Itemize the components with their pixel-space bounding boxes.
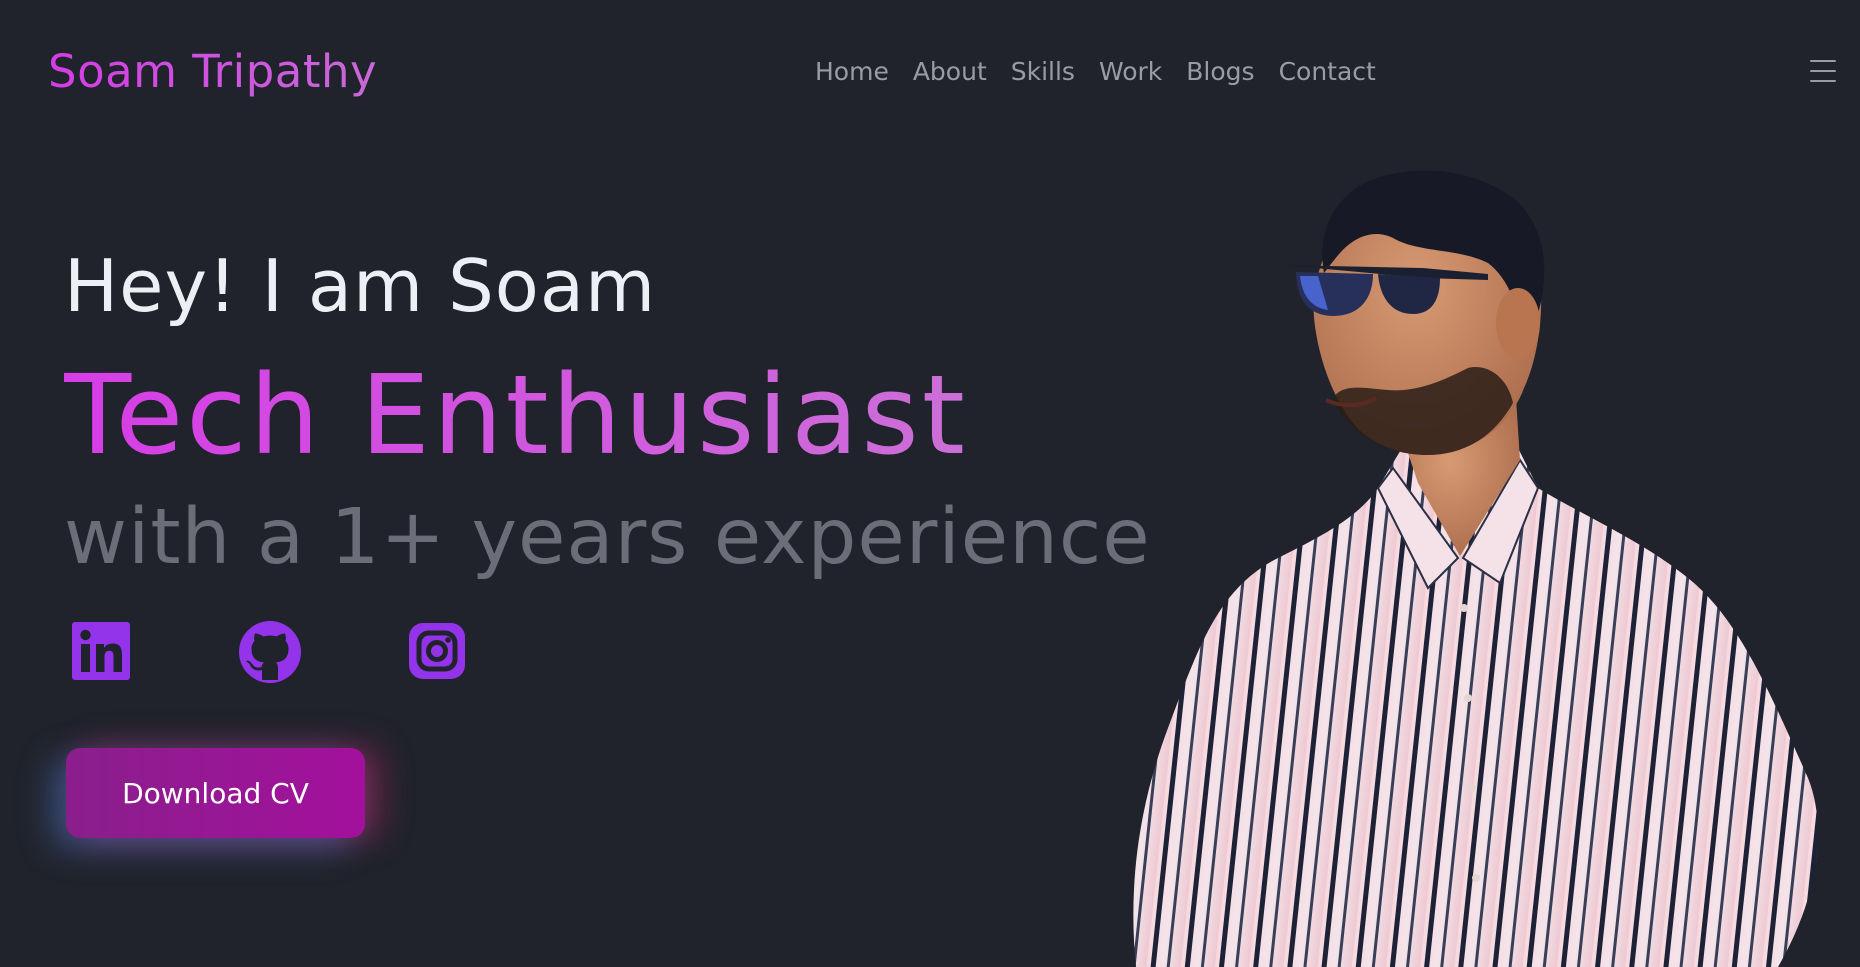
nav-item-blogs: Blogs [1186, 54, 1254, 90]
hamburger-line [1810, 80, 1836, 82]
profile-photo-illustration [1133, 170, 1818, 967]
instagram-icon-graphic [409, 623, 465, 679]
main-nav: Home About Skills Work Blogs Contact [815, 54, 1376, 90]
hero-role: Tech Enthusiast [64, 351, 968, 479]
nav-item-about: About [913, 54, 987, 90]
site-logo[interactable]: Soam Tripathy [48, 44, 377, 100]
nav-item-contact: Contact [1279, 54, 1376, 90]
nav-link-blogs[interactable]: Blogs [1186, 57, 1254, 86]
nav-link-work[interactable]: Work [1099, 57, 1162, 86]
linkedin-icon-graphic [72, 622, 130, 680]
download-cv-button[interactable]: Download CV [66, 748, 365, 838]
nav-link-home[interactable]: Home [815, 57, 889, 86]
nav-item-skills: Skills [1011, 54, 1075, 90]
nav-item-work: Work [1099, 54, 1162, 90]
nav-link-contact[interactable]: Contact [1279, 57, 1376, 86]
github-icon[interactable] [238, 620, 302, 684]
nav-link-skills[interactable]: Skills [1011, 57, 1075, 86]
hamburger-line [1810, 70, 1836, 72]
hero-subtitle: with a 1+ years experience [64, 493, 1151, 582]
hamburger-line [1810, 60, 1836, 62]
github-icon-graphic [239, 621, 301, 683]
social-links [70, 620, 574, 684]
hamburger-icon[interactable] [1810, 60, 1836, 82]
nav-item-home: Home [815, 54, 889, 90]
hero-greeting: Hey! I am Soam [64, 244, 657, 328]
linkedin-icon[interactable] [70, 620, 134, 684]
instagram-icon[interactable] [406, 620, 470, 684]
nav-link-about[interactable]: About [913, 57, 987, 86]
profile-photo [1128, 168, 1828, 967]
